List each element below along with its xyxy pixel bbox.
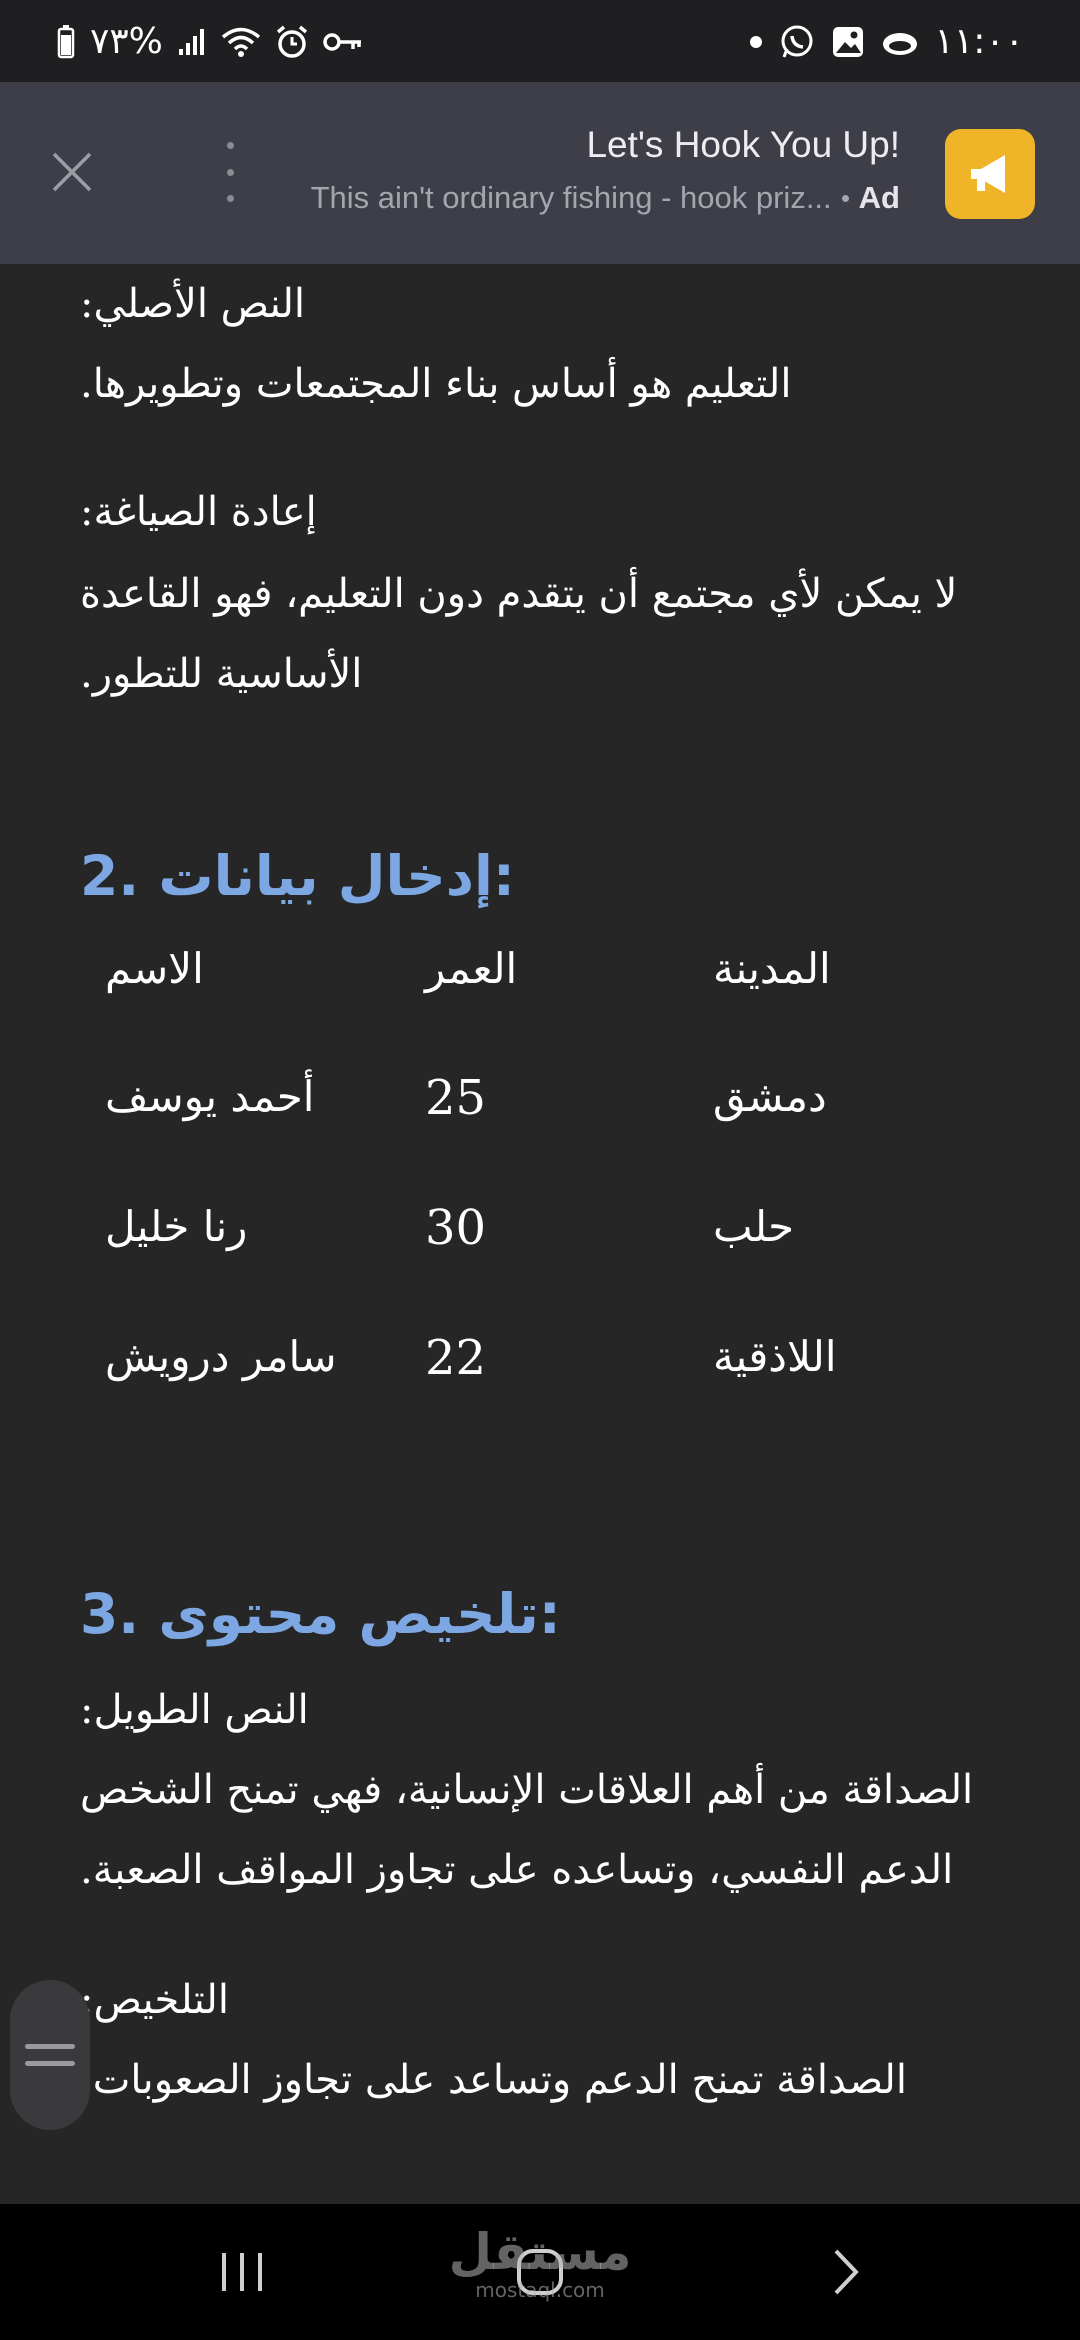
table-header-age: العمر [425, 944, 518, 993]
alarm-icon [275, 25, 309, 59]
long-text-label: النص الطويل: [80, 1687, 309, 1733]
original-text: التعليم هو أساس بناء المجتمعات وتطويرها. [80, 361, 792, 407]
dot-icon [749, 35, 763, 49]
cloud-icon [881, 27, 919, 57]
wifi-icon [221, 26, 261, 58]
table-cell-name: أحمد يوسف [105, 1072, 315, 1121]
status-bar-left: ٧٣% [56, 22, 363, 62]
table-header-city: المدينة [713, 944, 831, 993]
table-cell-age: 30 [425, 1200, 487, 1256]
long-text-line-1: الصداقة من أهم العلاقات الإنسانية، فهي ت… [80, 1767, 974, 1813]
megaphone-icon[interactable] [945, 129, 1035, 219]
table-cell-name: رنا خليل [105, 1202, 248, 1251]
watermark-logo: مستقل mostaql.com [440, 2226, 640, 2302]
ad-label: Ad [858, 180, 900, 215]
recents-icon[interactable] [162, 2204, 322, 2340]
table-cell-city: اللاذقية [713, 1332, 837, 1381]
ad-subtitle-row: This ain't ordinary fishing - hook priz.… [284, 180, 900, 216]
back-icon[interactable] [765, 2204, 925, 2340]
status-bar-right: ١١:٠٠ [749, 22, 1024, 62]
ad-title[interactable]: Let's Hook You Up! [586, 124, 900, 166]
rephrase-line-1: لا يمكن لأي مجتمع أن يتقدم دون التعليم، … [80, 571, 958, 617]
document-content[interactable]: النص الأصلي: التعليم هو أساس بناء المجتم… [0, 264, 1080, 2204]
long-text-line-2: الدعم النفسي، وتساعده على تجاوز المواقف … [80, 1847, 954, 1893]
table-cell-age: 25 [425, 1070, 487, 1126]
ad-description: This ain't ordinary fishing - hook priz.… [310, 180, 832, 215]
ad-banner[interactable]: Let's Hook You Up! This ain't ordinary f… [0, 82, 1080, 264]
close-icon[interactable] [40, 140, 104, 204]
table-header-name: الاسم [105, 944, 204, 993]
section-3-heading: 3. تلخيص محتوى: [80, 1582, 561, 1646]
table-cell-city: حلب [713, 1202, 795, 1251]
battery-icon [56, 25, 76, 59]
rephrase-label: إعادة الصياغة: [80, 489, 317, 535]
clock: ١١:٠٠ [934, 21, 1024, 62]
watermark-url: mostaql.com [475, 2278, 605, 2302]
status-bar: ٧٣% ١١:٠٠ [0, 0, 1080, 82]
signal-icon [177, 27, 207, 57]
section-2-heading: 2. إدخال بيانات: [80, 844, 515, 908]
rephrase-line-2: الأساسية للتطور. [80, 651, 363, 697]
gallery-icon [831, 25, 865, 59]
more-vertical-icon[interactable] [215, 142, 245, 202]
key-icon [323, 30, 363, 54]
separator-dot [841, 194, 849, 202]
table-cell-name: سامر درويش [105, 1332, 337, 1381]
table-cell-city: دمشق [713, 1072, 827, 1121]
whatsapp-icon [779, 24, 815, 60]
side-panel-handle[interactable] [10, 1980, 90, 2130]
table-cell-age: 22 [425, 1330, 487, 1386]
watermark-text: مستقل [448, 2223, 632, 2281]
summary-text: الصداقة تمنح الدعم وتساعد على تجاوز الصع… [80, 2057, 907, 2103]
summary-label: التلخيص: [80, 1977, 229, 2023]
original-text-label: النص الأصلي: [80, 281, 306, 327]
battery-percent: ٧٣% [90, 21, 163, 62]
